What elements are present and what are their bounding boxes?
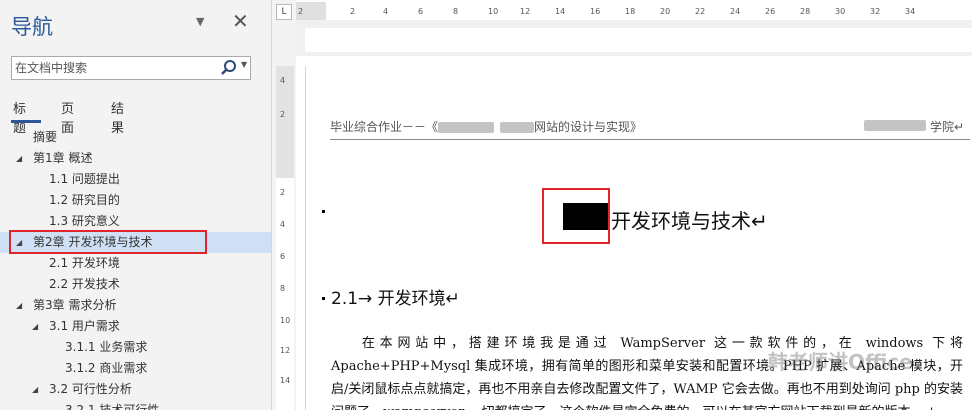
- navigation-pane: 导航 ▼ ✕ ▼ 标题 页面 结果 摘要◢第1章 概述1.1 问题提出1.2 研…: [0, 0, 272, 410]
- document-search-box[interactable]: ▼: [11, 56, 251, 80]
- search-options-dropdown-icon[interactable]: ▼: [241, 60, 247, 69]
- tree-item-label: 第3章 需求分析: [33, 298, 117, 312]
- close-icon[interactable]: ✕: [232, 9, 249, 33]
- redacted-text: [864, 120, 926, 131]
- header-rule: [330, 139, 970, 140]
- ruler-number: 14: [555, 7, 566, 16]
- chapter-heading[interactable]: 开发环境与技术↵: [611, 205, 768, 234]
- previous-page-bottom: [305, 28, 972, 52]
- tree-item-label: 摘要: [33, 130, 58, 144]
- redacted-text: [438, 122, 495, 133]
- ruler-number: 2: [280, 110, 286, 119]
- tree-item[interactable]: 3.1.2 商业需求: [0, 358, 271, 379]
- tree-item-label: 3.2.1 技术可行性: [65, 403, 160, 410]
- tree-item-label: 3.1 用户需求: [49, 319, 120, 333]
- ruler-number: 16: [590, 7, 601, 16]
- ruler-number: 30: [835, 7, 846, 16]
- ruler-number: 12: [280, 346, 291, 355]
- ruler-number: 28: [800, 7, 811, 16]
- header-text-suffix: 网站的设计与实现》: [534, 120, 643, 134]
- tree-item[interactable]: ◢ 3.2 可行性分析: [0, 379, 271, 400]
- tree-item[interactable]: 1.1 问题提出: [0, 169, 271, 190]
- header-text-right: 学院↵: [930, 120, 965, 134]
- ruler-number: 20: [660, 7, 671, 16]
- format-mark: [322, 210, 325, 213]
- page-header-left: 毕业综合作业－－《 网站的设计与实现》: [330, 118, 642, 135]
- watermark-text: 韩老师讲Office: [768, 350, 913, 374]
- ruler-number: 8: [280, 284, 286, 293]
- tree-item[interactable]: 2.1 开发环境: [0, 253, 271, 274]
- expand-arrow-icon[interactable]: ◢: [16, 148, 22, 169]
- section-heading[interactable]: 2.1→ 开发环境↵: [331, 284, 460, 309]
- tree-item[interactable]: ◢ 第3章 需求分析: [0, 295, 271, 316]
- nav-pane-title: 导航: [11, 15, 53, 39]
- tree-item[interactable]: 1.3 研究意义: [0, 211, 271, 232]
- ruler-number: 8: [453, 7, 459, 16]
- ruler-number: 4: [280, 220, 286, 229]
- highlight-annotation-box: [542, 188, 610, 244]
- ruler-number: 34: [905, 7, 916, 16]
- tree-item-label: 2.2 开发技术: [49, 277, 120, 291]
- ruler-number: 2: [350, 7, 356, 16]
- tree-item[interactable]: ◢ 第1章 概述: [0, 148, 271, 169]
- ruler-number: 18: [625, 7, 636, 16]
- search-input[interactable]: [15, 59, 215, 77]
- ruler-number: 14: [280, 376, 291, 385]
- tree-item-label: 第1章 概述: [33, 151, 93, 165]
- tab-stop-selector[interactable]: L: [276, 4, 292, 20]
- ruler-number: 26: [765, 7, 776, 16]
- ruler-number: 4: [383, 7, 389, 16]
- redacted-text: [500, 122, 535, 133]
- pane-options-chevron-icon[interactable]: ▼: [196, 15, 204, 28]
- tree-item-label: 3.1.1 业务需求: [65, 340, 148, 354]
- ruler-number: 24: [730, 7, 741, 16]
- ruler-number: 12: [520, 7, 531, 16]
- highlight-annotation-box: [9, 230, 207, 254]
- tree-item-label: 1.2 研究目的: [49, 193, 120, 207]
- tree-item[interactable]: 1.2 研究目的: [0, 190, 271, 211]
- ruler-number: 2: [298, 7, 304, 16]
- tree-item-label: 2.1 开发环境: [49, 256, 120, 270]
- tree-item[interactable]: 3.1.1 业务需求: [0, 337, 271, 358]
- search-icon[interactable]: [220, 58, 238, 78]
- page-header-right: 学院↵: [864, 118, 965, 135]
- tree-item[interactable]: 2.2 开发技术: [0, 274, 271, 295]
- expand-arrow-icon[interactable]: ◢: [32, 316, 38, 337]
- ruler-number: 32: [870, 7, 881, 16]
- ruler-number: 2: [280, 188, 286, 197]
- tree-item[interactable]: ◢ 3.1 用户需求: [0, 316, 271, 337]
- tree-item-label: 3.2 可行性分析: [49, 382, 132, 396]
- ruler-number: 10: [488, 7, 499, 16]
- tree-item[interactable]: 摘要: [0, 127, 271, 148]
- expand-arrow-icon[interactable]: ◢: [16, 295, 22, 316]
- ruler-number: 22: [695, 7, 706, 16]
- tree-item-label: 1.1 问题提出: [49, 172, 120, 186]
- format-mark: [322, 297, 325, 300]
- header-text-prefix: 毕业综合作业－－《: [330, 120, 439, 134]
- active-tab-indicator: [11, 120, 41, 123]
- expand-arrow-icon[interactable]: ◢: [32, 379, 38, 400]
- ruler-number: 6: [280, 252, 286, 261]
- ruler-number: 4: [280, 76, 286, 85]
- tree-item-label: 1.3 研究意义: [49, 214, 120, 228]
- tree-item[interactable]: 3.2.1 技术可行性: [0, 400, 271, 410]
- ruler-number: 10: [280, 316, 291, 325]
- ruler-number: 6: [418, 7, 424, 16]
- tree-item-label: 3.1.2 商业需求: [65, 361, 148, 375]
